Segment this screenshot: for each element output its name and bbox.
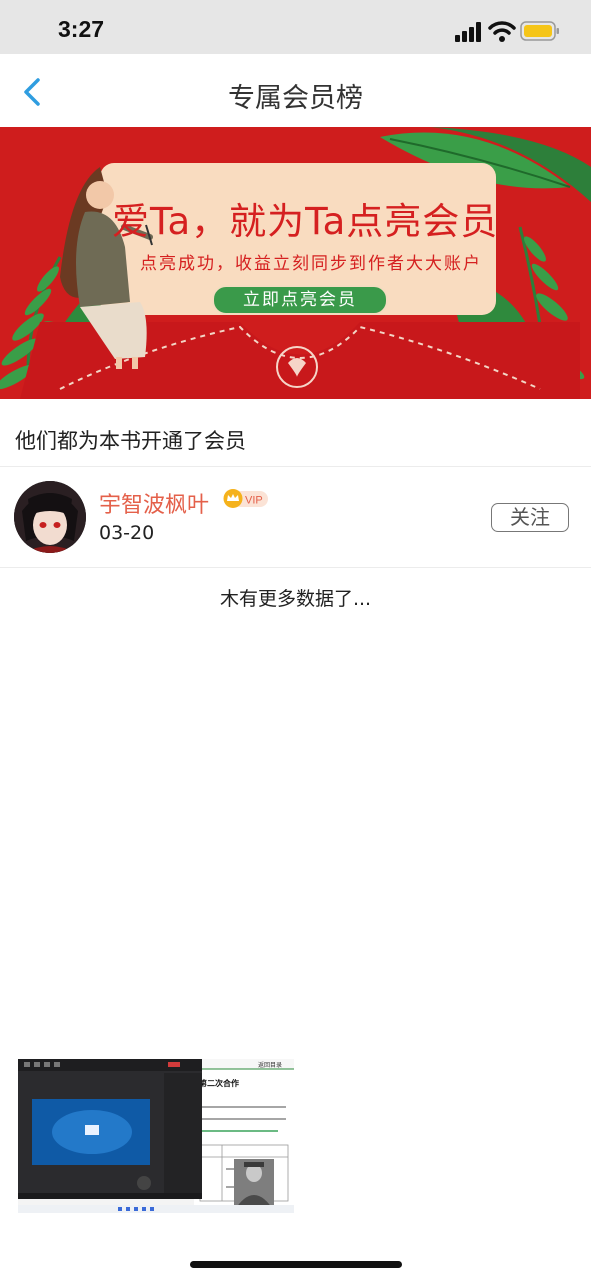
battery-icon [520,21,559,41]
no-more-data-text: 木有更多数据了... [219,588,372,610]
status-time: 3:27 [58,16,105,42]
divider [0,567,591,568]
pip-doc-title: 第二次合作 [199,1078,239,1088]
pip-video-window[interactable]: 返回目录 第二次合作 [18,1059,294,1213]
signal-bars-icon [455,22,481,42]
vip-badge-label: VIP [245,495,263,507]
light-up-member-button[interactable]: 立即点亮会员 [212,285,388,315]
nav-bar: 专属会员榜 [0,54,591,128]
status-bar: 3:27 [0,0,591,54]
home-indicator[interactable] [190,1261,402,1268]
avatar[interactable] [14,481,86,553]
section-title: 他们都为本书开通了会员 [15,429,246,453]
follow-button[interactable]: 关注 [491,503,569,532]
page-title: 专属会员榜 [228,83,363,114]
banner-title: 爱Ta，就为Ta点亮会员 [112,200,499,243]
divider [0,466,591,467]
banner-subtitle: 点亮成功，收益立刻同步到作者大大账户 [140,254,482,274]
member-date: 03-20 [99,522,155,544]
pip-doc-header: 返回目录 [258,1061,282,1069]
member-name[interactable]: 宇智波枫叶 [99,487,209,519]
vip-badge-icon: VIP [223,489,268,508]
promo-banner[interactable]: 爱Ta，就为Ta点亮会员 点亮成功，收益立刻同步到作者大大账户 立即点亮会员 [0,127,591,399]
avatar-image [14,481,86,553]
pip-video-frame: 返回目录 第二次合作 [18,1059,294,1213]
wifi-icon [488,21,516,42]
